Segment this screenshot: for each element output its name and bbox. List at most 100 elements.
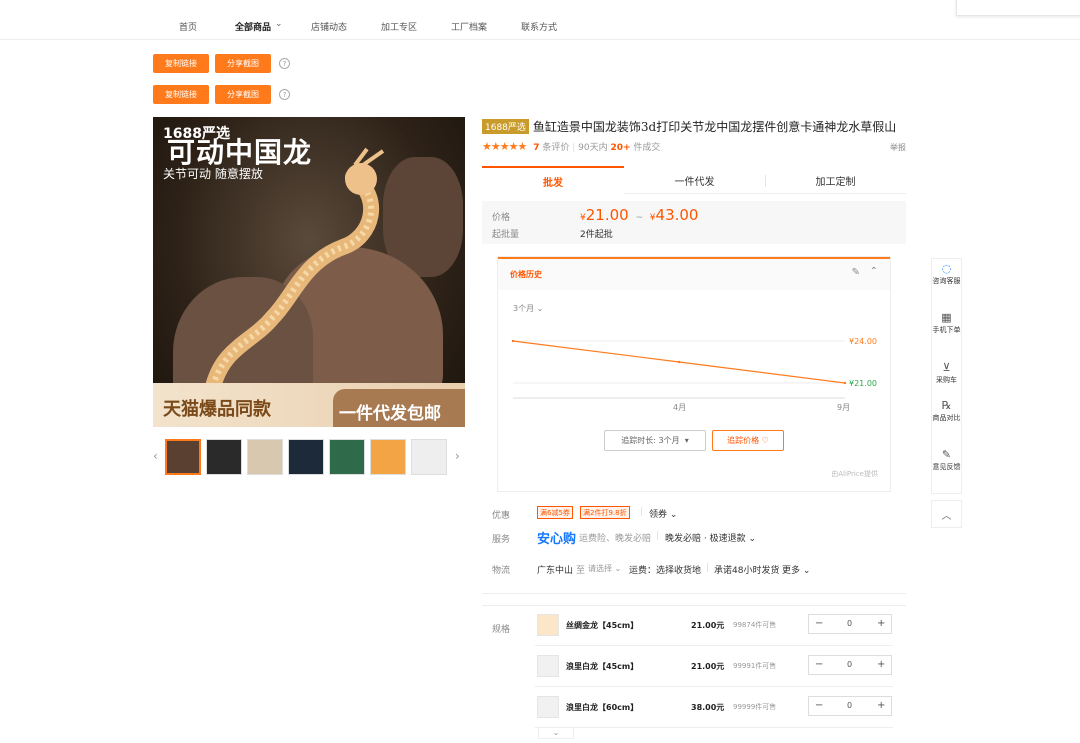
sku-stock: 99991件可售 — [733, 662, 777, 670]
tab-dropship[interactable]: 一件代发 — [624, 166, 765, 194]
coupon-badge[interactable]: 满2件打9.8折 — [580, 506, 630, 519]
quantity-stepper: − 0 + — [808, 614, 892, 634]
subline: 关节可动 随意摆放 — [163, 167, 263, 181]
thumbnail[interactable] — [247, 439, 283, 475]
tab-custom[interactable]: 加工定制 — [765, 166, 906, 194]
price-annotation: ¥21.00 — [849, 379, 877, 388]
sku-stock: 99999件可售 — [733, 703, 777, 711]
share-screenshot-button[interactable]: 分享截图 — [215, 54, 271, 73]
chevron-left-icon[interactable]: ‹ — [153, 449, 158, 463]
quantity-value[interactable]: 0 — [847, 619, 852, 628]
data-point — [511, 339, 515, 343]
copy-link-button[interactable]: 复制链接 — [153, 54, 209, 73]
ship-to-select[interactable]: 请选择 ⌄ — [588, 563, 621, 574]
separator: | — [656, 531, 660, 541]
price-range: ¥21.00 ~ ¥43.00 — [580, 206, 699, 224]
quantity-stepper: − 0 + — [808, 655, 892, 675]
rating-stars: ★★★★★ — [482, 140, 527, 153]
report-link[interactable]: 举报 — [890, 142, 906, 153]
minus-button[interactable]: − — [815, 659, 823, 670]
price-annotation: ¥24.00 — [849, 337, 877, 346]
sku-name: 浪里白龙【45cm】 — [566, 662, 639, 671]
logistics-more[interactable]: 更多 ⌄ — [782, 563, 810, 576]
sku-label: 规格 — [492, 625, 511, 635]
minus-button[interactable]: − — [815, 700, 823, 711]
toolbar-row: 复制链接 分享截图 ? — [153, 85, 313, 104]
service-extra[interactable]: 晚发必赔 · 极速退款 ⌄ — [665, 531, 756, 544]
thumbnail[interactable] — [329, 439, 365, 475]
nav-processing[interactable]: 加工专区 — [381, 20, 417, 33]
sku-image[interactable] — [537, 614, 559, 636]
sku-name: 丝绸金龙【45cm】 — [566, 621, 639, 630]
thumbnail[interactable] — [165, 439, 201, 475]
purchase-tabs: 批发 一件代发 加工定制 — [482, 166, 906, 194]
review-count[interactable]: 7 — [533, 143, 539, 153]
sku-name: 浪里白龙【60cm】 — [566, 703, 639, 712]
price-box: 价格 ¥21.00 ~ ¥43.00 起批量 2件起批 — [482, 201, 906, 244]
coupon-badge[interactable]: 满6减5券 — [537, 506, 573, 519]
pencil-icon[interactable]: ✎ — [852, 267, 860, 278]
x-tick-label: 4月 — [673, 403, 686, 412]
sku-price: 21.00元 — [691, 621, 725, 630]
sku-row: 浪里白龙【60cm】 38.00元 99999件可售 − 0 + — [535, 688, 893, 728]
tab-wholesale[interactable]: 批发 — [482, 166, 624, 194]
nav-store-news[interactable]: 店铺动态 — [311, 20, 347, 33]
back-to-top-button[interactable]: ︿ — [931, 500, 962, 528]
copy-link-button[interactable]: 复制链接 — [153, 85, 209, 104]
product-title: 鱼缸造景中国龙装饰3d打印关节龙中国龙摆件创意卡通神龙水草假山 — [532, 120, 897, 134]
thumbnail[interactable] — [411, 439, 447, 475]
thumbnail[interactable] — [288, 439, 324, 475]
sidebar-item-feedback[interactable]: ✎ 意见反馈 — [932, 449, 961, 472]
nav-contact[interactable]: 联系方式 — [521, 20, 557, 33]
review-label: 条评价 — [542, 143, 570, 153]
price-label: 价格 — [492, 213, 511, 223]
help-icon[interactable]: ? — [279, 58, 290, 69]
main-product-image[interactable]: 1688严选 可动中国龙 关节可动 随意摆放 天猫爆品同款 一件代发包邮 — [153, 117, 465, 427]
plus-button[interactable]: + — [877, 618, 885, 629]
chevron-right-icon[interactable]: › — [455, 449, 460, 463]
sidebar-item-cart[interactable]: ⊻ 采购车 — [932, 362, 961, 385]
price-history-title: 价格历史 — [510, 270, 542, 279]
share-screenshot-button[interactable]: 分享截图 — [215, 85, 271, 104]
dragon-illustration — [205, 147, 385, 395]
chat-icon: ◌ — [941, 262, 952, 275]
chevron-down-icon[interactable]: ⌄ — [275, 19, 283, 29]
quantity-value[interactable]: 0 — [847, 660, 852, 669]
chevron-up-icon[interactable]: ⌃ — [870, 266, 878, 277]
service-label: 服务 — [492, 535, 511, 545]
sku-image[interactable] — [537, 655, 559, 677]
claim-coupon-link[interactable]: 领券 ⌄ — [649, 507, 677, 520]
quantity-stepper: − 0 + — [808, 696, 892, 716]
price-history-panel: 价格历史 ✎ ⌃ 3个月 ⌄ ¥24.00 ¥21.00 4月 9月 追踪时长: 3个… — [497, 256, 891, 492]
expand-sku-button[interactable]: ⌄ — [538, 727, 574, 739]
minus-button[interactable]: − — [815, 618, 823, 629]
promo-label: 优惠 — [492, 511, 511, 521]
price-chart: ¥24.00 ¥21.00 4月 9月 — [511, 337, 877, 412]
nav-all-products[interactable]: 全部商品 — [235, 20, 271, 33]
plus-button[interactable]: + — [877, 700, 885, 711]
sku-price: 21.00元 — [691, 662, 725, 671]
x-tick-label: 9月 — [837, 403, 850, 412]
period-select[interactable]: 3个月 ⌄ — [513, 303, 543, 314]
sku-image[interactable] — [537, 696, 559, 718]
service-details: 运费险、晚发必赔 — [579, 534, 652, 544]
help-icon[interactable]: ? — [279, 89, 290, 100]
plus-button[interactable]: + — [877, 659, 885, 670]
nav-factory[interactable]: 工厂档案 — [451, 20, 487, 33]
nav-home[interactable]: 首页 — [179, 20, 197, 33]
thumbnail[interactable] — [370, 439, 406, 475]
qr-code-icon: ▦ — [941, 311, 952, 324]
ship-from: 广东中山 — [537, 566, 574, 576]
sidebar-item-mobile[interactable]: ▦ 手机下单 — [932, 311, 961, 335]
duration-select[interactable]: 追踪时长: 3个月 ▾ — [604, 430, 706, 451]
product-title-row: 1688严选 鱼缸造景中国龙装饰3d打印关节龙中国龙摆件创意卡通神龙水草假山 — [482, 118, 896, 135]
tmall-text: 天猫爆品同款 — [163, 399, 271, 420]
quantity-value[interactable]: 0 — [847, 701, 852, 710]
sidebar-item-service[interactable]: ◌ 咨询客服 — [932, 262, 961, 286]
divider — [482, 593, 906, 594]
anxin-badge: 安心购 — [537, 532, 577, 547]
floating-card — [956, 0, 1080, 16]
track-price-button[interactable]: 追踪价格 ♡ — [712, 430, 784, 451]
sidebar-item-compare[interactable]: ℞ 商品对比 — [932, 400, 961, 423]
thumbnail[interactable] — [206, 439, 242, 475]
